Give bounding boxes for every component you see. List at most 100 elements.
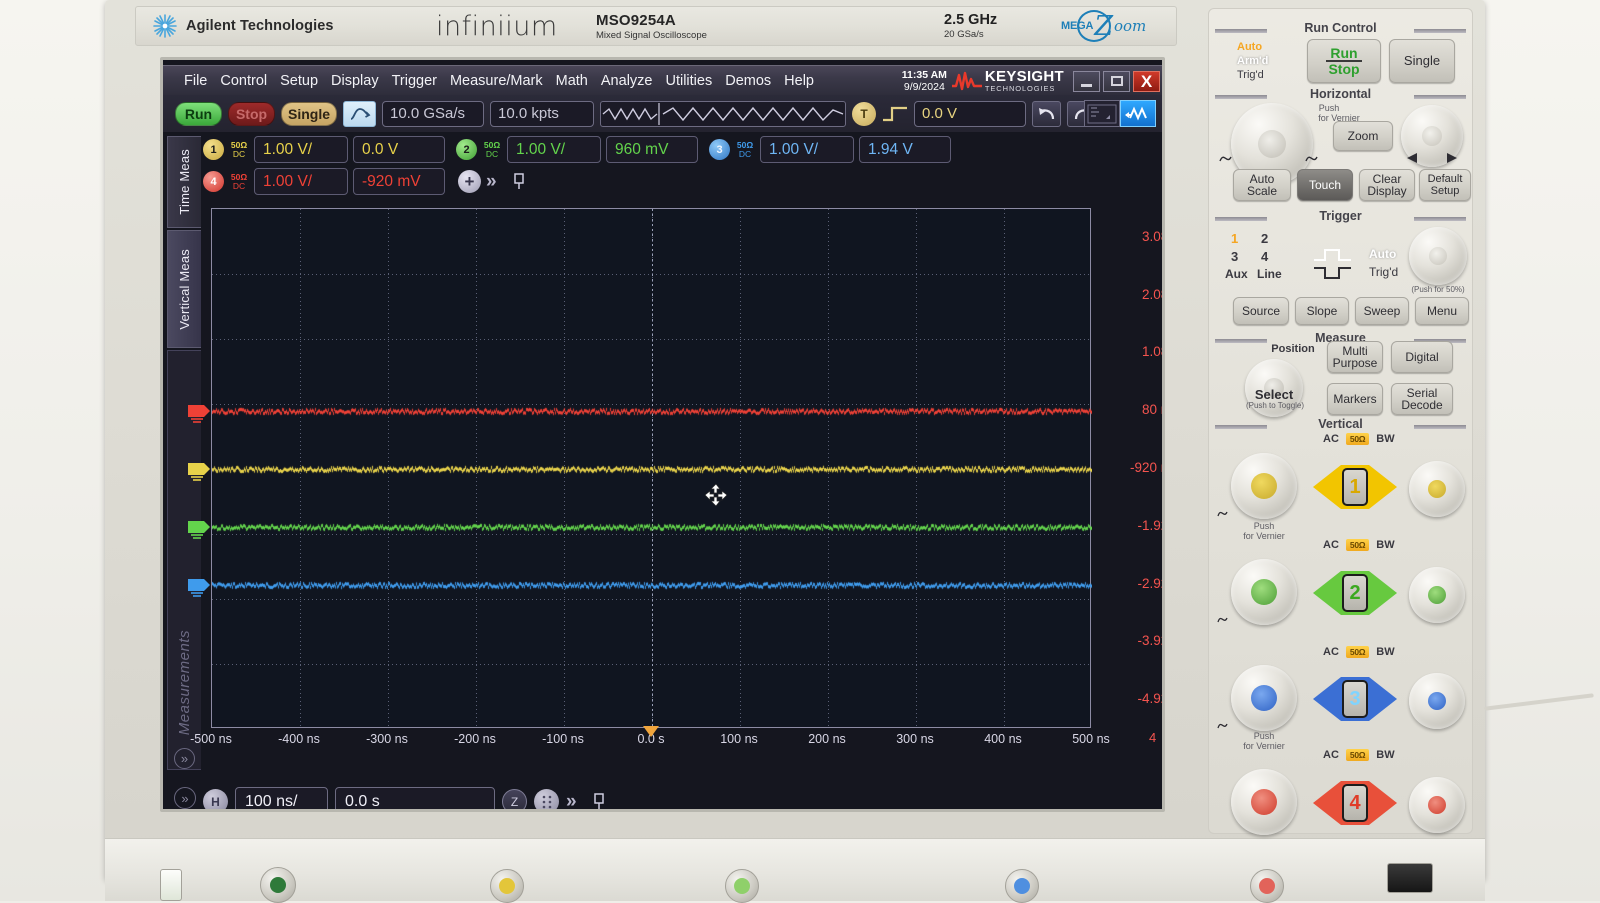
channel-offset-3[interactable]: 1.94 V [859,136,951,163]
minimize-icon [1081,84,1092,87]
menu-item-display[interactable]: Display [331,73,379,89]
status-expand-chevron-icon[interactable]: » [174,787,196,809]
menu-item-trigger[interactable]: Trigger [392,73,437,89]
stop-button[interactable]: Stop [228,102,275,126]
ground-marker-channel-1[interactable] [182,456,212,482]
channel-expand-chevron-icon[interactable]: » [486,171,497,193]
timebase-field[interactable]: 100 ns/ [235,787,328,812]
menu-item-control[interactable]: Control [220,73,267,89]
serial-decode-button[interactable]: Serial Decode [1391,383,1453,415]
run-stop-button[interactable]: Run Stop [1307,39,1381,83]
channel-impedance-1: 50Ω DC [229,141,249,159]
autoscale-icon[interactable] [343,101,376,127]
trigger-level-field[interactable]: 0.0 V [914,101,1026,127]
menu-item-analyze[interactable]: Analyze [601,73,653,89]
sidebar-expand-chevron-icon[interactable]: » [174,748,195,769]
channel-4-scale-knob[interactable] [1231,769,1297,835]
trigger-menu-button[interactable]: Menu [1415,297,1469,325]
status-more-chevron-icon[interactable]: » [566,791,577,813]
horizontal-badge[interactable]: H [203,789,228,812]
channel-scale-4[interactable]: 1.00 V/ [254,168,348,195]
undo-icon[interactable] [1032,101,1061,127]
channel-chip-3[interactable]: 3 [709,139,730,160]
touch-button[interactable]: Touch [1297,169,1353,201]
pin-icon[interactable] [512,173,526,190]
menu-item-measure-mark[interactable]: Measure/Mark [450,73,543,89]
multi-purpose-button[interactable]: Multi Purpose [1327,341,1383,373]
acquisition-preview[interactable] [600,101,846,127]
ground-marker-channel-4[interactable] [182,398,212,424]
run-button[interactable]: Run [175,102,222,126]
sidebar-item-time-meas[interactable]: Time Meas [167,136,201,228]
trigger-position-marker[interactable] [643,726,659,737]
trigger-sweep-button[interactable]: Sweep [1355,297,1409,325]
delay-field[interactable]: 0.0 s [335,787,495,812]
bnc-connector-ch4[interactable] [1250,869,1284,903]
channel-2-offset-knob[interactable] [1409,567,1465,623]
status-pin-icon[interactable] [592,793,606,810]
bnc-connector-ch2[interactable] [725,869,759,903]
channel-3-scale-knob[interactable] [1231,665,1297,731]
channel-3-button[interactable]: 3 [1313,673,1397,725]
channel-offset-4[interactable]: -920 mV [353,168,445,195]
ground-marker-channel-3[interactable] [182,572,212,598]
digital-button[interactable]: Digital [1391,341,1453,373]
bnc-connector-aux[interactable] [260,867,296,903]
single-button[interactable]: Single [281,102,337,126]
channel-chip-2[interactable]: 2 [456,139,477,160]
single-button-panel[interactable]: Single [1389,39,1455,83]
close-button[interactable]: X [1133,71,1160,92]
zoom-button[interactable]: Zoom [1333,121,1393,151]
bnc-connector-ch1[interactable] [490,869,524,903]
trigger-source-led-1: 1 [1231,231,1238,246]
channel-1-scale-knob[interactable] [1231,453,1297,519]
markers-button[interactable]: Markers [1327,383,1383,415]
channel-3-offset-knob[interactable] [1409,673,1465,729]
display-mode-waveform-button[interactable] [1120,100,1156,127]
channel-chip-1[interactable]: 1 [203,139,224,160]
sample-rate-field[interactable]: 10.0 GSa/s [382,101,484,127]
add-channel-button[interactable]: + [458,170,481,193]
trigger-badge[interactable]: T [852,102,876,126]
memory-depth-field[interactable]: 10.0 kpts [490,101,594,127]
channel-1-offset-knob[interactable] [1409,461,1465,517]
menu-item-utilities[interactable]: Utilities [665,73,712,89]
channel-1-button[interactable]: 1 [1313,461,1397,513]
menu-item-help[interactable]: Help [784,73,814,89]
usb-port[interactable] [1387,863,1433,893]
channel-scale-2[interactable]: 1.00 V/ [507,136,601,163]
roll-mode-icon[interactable] [534,789,559,812]
channel-4-button[interactable]: 4 [1313,777,1397,829]
channel-4-offset-knob[interactable] [1409,777,1465,833]
trigger-slope-icon[interactable] [882,103,908,125]
channel-chip-4[interactable]: 4 [203,171,224,192]
zoom-badge[interactable]: Z [502,789,527,812]
trigger-level-knob[interactable] [1409,227,1467,285]
ground-marker-channel-2[interactable] [182,514,212,540]
channel-2-scale-knob[interactable] [1231,559,1297,625]
trigger-source-button[interactable]: Source [1233,297,1289,325]
channel-offset-1[interactable]: 0.0 V [353,136,445,163]
trigger-source-led-line: Line [1257,267,1282,281]
menu-item-file[interactable]: File [184,73,207,89]
channel-scale-1[interactable]: 1.00 V/ [254,136,348,163]
menu-item-math[interactable]: Math [556,73,588,89]
channel-2-button[interactable]: 2 [1313,567,1397,619]
sidebar-item-vertical-meas[interactable]: Vertical Meas [167,230,201,348]
maximize-button[interactable] [1103,71,1130,92]
channel-2-offset-knob-center [1428,586,1446,604]
menu-item-demos[interactable]: Demos [725,73,771,89]
bnc-connector-ch3[interactable] [1005,869,1039,903]
display-mode-grid-button[interactable] [1084,100,1120,127]
channel-scale-3[interactable]: 1.00 V/ [760,136,854,163]
default-setup-button[interactable]: Default Setup [1419,169,1471,201]
auto-scale-button[interactable]: Auto Scale [1233,169,1291,201]
channel-offset-2[interactable]: 960 mV [606,136,698,163]
clear-display-button[interactable]: Clear Display [1359,169,1415,201]
led-armd: Arm'd [1237,55,1268,67]
trigger-slope-button[interactable]: Slope [1295,297,1349,325]
menu-item-setup[interactable]: Setup [280,73,318,89]
minimize-button[interactable] [1073,71,1100,92]
measure-position-label: Position [1253,343,1333,355]
graticule[interactable] [211,208,1091,728]
